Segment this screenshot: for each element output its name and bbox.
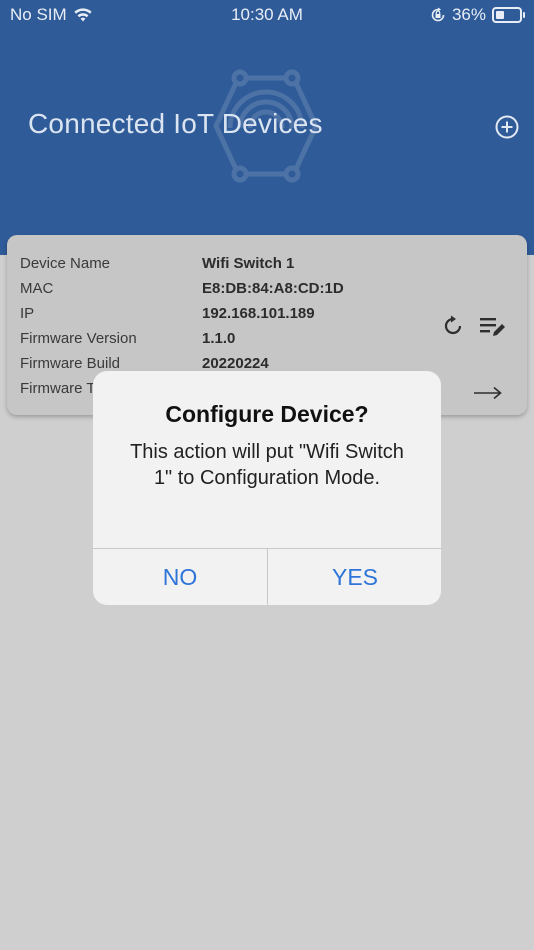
field-label: MAC <box>20 280 54 297</box>
field-label: Firmware Version <box>20 330 137 347</box>
status-right: 36% <box>430 5 525 25</box>
configure-device-dialog: Configure Device? This action will put "… <box>93 371 441 605</box>
edit-list-icon[interactable] <box>479 315 507 339</box>
add-device-button[interactable] <box>494 114 520 140</box>
header: No SIM 10:30 AM 36% Connected IoT Device… <box>0 0 534 255</box>
battery-icon <box>492 7 525 23</box>
app-screen: No SIM 10:30 AM 36% Connected IoT Device… <box>0 0 534 950</box>
dialog-message: This action will put "Wifi Switch 1" to … <box>130 441 404 489</box>
field-label: IP <box>20 305 35 322</box>
no-button[interactable]: NO <box>93 549 267 605</box>
battery-level <box>496 11 504 19</box>
page-title: Connected IoT Devices <box>28 108 323 139</box>
yes-button[interactable]: YES <box>268 549 441 605</box>
field-label: Firmware Build <box>20 355 121 372</box>
field-value: E8:DB:84:A8:CD:1D <box>202 280 344 297</box>
field-value: 192.168.101.189 <box>202 305 315 322</box>
field-value: 1.1.0 <box>202 330 236 347</box>
field-label: Device Name <box>20 255 111 272</box>
refresh-icon[interactable] <box>441 314 465 338</box>
dialog-title: Configure Device? <box>165 401 369 427</box>
field-value: Wifi Switch 1 <box>202 255 295 272</box>
field-value: 20220224 <box>202 355 269 372</box>
orientation-lock-icon <box>431 7 445 22</box>
status-bar: No SIM 10:30 AM 36% <box>0 0 534 28</box>
arrow-right-icon[interactable] <box>473 385 503 401</box>
battery-percent: 36% <box>451 5 486 24</box>
